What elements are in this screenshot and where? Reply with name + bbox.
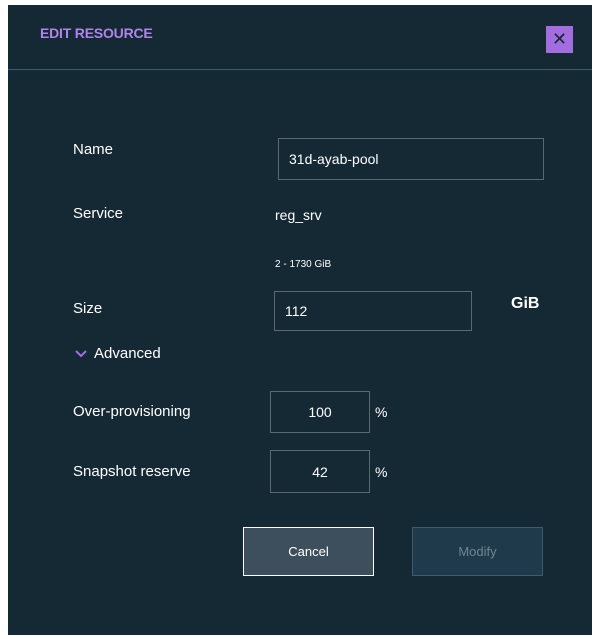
over-provisioning-unit: % [375,404,388,420]
snapshot-reserve-input[interactable] [270,450,370,493]
close-button[interactable]: ✕ [546,26,573,53]
name-label: Name [73,141,114,158]
snapshot-reserve-unit: % [375,464,388,480]
modify-button[interactable]: Modify [412,527,543,576]
advanced-toggle[interactable]: Advanced [74,345,161,362]
over-provisioning-label: Over-provisioning [73,403,191,420]
advanced-label: Advanced [94,345,161,362]
service-value: reg_srv [275,207,322,223]
service-label: Service [73,205,124,222]
cancel-button[interactable]: Cancel [243,527,374,576]
edit-resource-dialog: EDIT RESOURCE ✕ Name Service reg_srv 2 -… [8,5,592,635]
close-icon: ✕ [551,29,568,49]
size-input[interactable] [274,291,472,331]
snapshot-reserve-label: Snapshot reserve [73,463,191,480]
chevron-down-icon [75,349,87,357]
dialog-header: EDIT RESOURCE ✕ [8,5,592,70]
over-provisioning-input[interactable] [270,391,370,433]
size-unit: GiB [511,295,540,312]
dialog-title: EDIT RESOURCE [40,25,153,41]
name-input[interactable] [278,138,544,180]
size-label: Size [73,300,103,317]
size-range-hint: 2 - 1730 GiB [275,259,332,270]
